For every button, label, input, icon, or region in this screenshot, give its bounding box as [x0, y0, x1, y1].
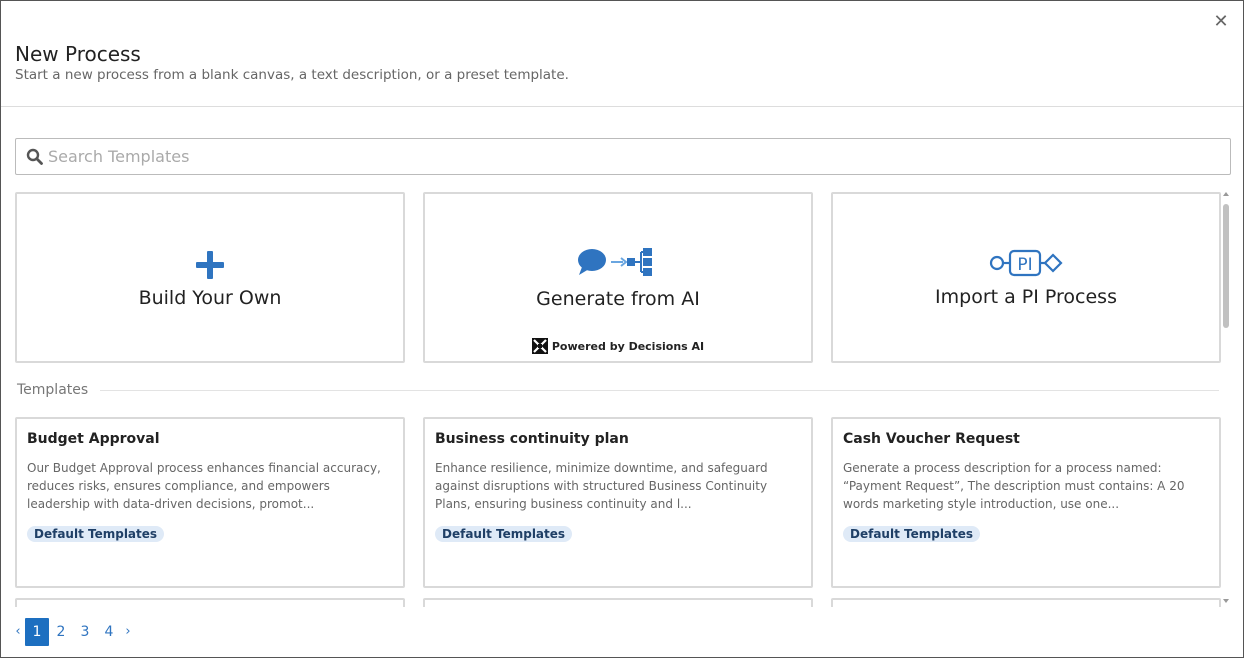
build-your-own-label: Build Your Own — [138, 287, 282, 309]
template-description: Enhance resilience, minimize downtime, a… — [435, 461, 768, 511]
vertical-scrollbar[interactable] — [1221, 192, 1231, 607]
template-card[interactable]: Cash Voucher Request Generate a process … — [831, 417, 1221, 588]
template-card-partial[interactable] — [423, 598, 813, 607]
powered-by: Powered by Decisions AI — [425, 338, 811, 354]
template-name: Cash Voucher Request — [843, 431, 1020, 447]
template-name: Budget Approval — [27, 431, 160, 447]
scroll-up-icon[interactable] — [1223, 192, 1229, 196]
chat-to-flow-icon — [578, 248, 652, 276]
next-page-button[interactable]: › — [121, 618, 135, 646]
generate-from-ai-card[interactable]: Generate from AI Powered by Decisions AI — [423, 192, 813, 363]
page-2-button[interactable]: 2 — [49, 618, 73, 646]
section-divider — [95, 390, 1219, 391]
page-4-button[interactable]: 4 — [97, 618, 121, 646]
pi-process-icon: PI — [989, 249, 1063, 277]
templates-section-label: Templates — [17, 382, 101, 398]
new-process-dialog: New Process Start a new process from a b… — [0, 0, 1244, 658]
page-3-button[interactable]: 3 — [73, 618, 97, 646]
pagination: ‹ 1 2 3 4 › — [11, 618, 135, 646]
template-card-partial[interactable] — [831, 598, 1221, 607]
close-icon[interactable]: ✕ — [1213, 13, 1229, 31]
search-box[interactable] — [15, 138, 1231, 175]
build-your-own-card[interactable]: Build Your Own — [15, 192, 405, 363]
import-pi-process-label: Import a PI Process — [935, 286, 1117, 308]
options-scroll-area: Build Your Own Generate from AI Powered … — [15, 192, 1221, 607]
template-description: Generate a process description for a pro… — [843, 461, 1185, 511]
decisions-logo-icon — [531, 338, 548, 354]
template-description: Our Budget Approval process enhances fin… — [27, 461, 381, 511]
scrollbar-thumb[interactable] — [1223, 204, 1229, 328]
import-pi-process-card[interactable]: PI Import a PI Process — [831, 192, 1221, 363]
template-badge: Default Templates — [27, 526, 165, 542]
prev-page-button[interactable]: ‹ — [11, 618, 25, 646]
template-badge: Default Templates — [843, 526, 981, 542]
search-icon — [26, 148, 43, 165]
generate-from-ai-label: Generate from AI — [536, 288, 700, 310]
dialog-subtitle: Start a new process from a blank canvas,… — [15, 67, 569, 83]
search-input[interactable] — [48, 139, 1218, 174]
template-card[interactable]: Business continuity plan Enhance resilie… — [423, 417, 813, 588]
scroll-down-icon[interactable] — [1223, 599, 1229, 603]
template-name: Business continuity plan — [435, 431, 629, 447]
powered-by-text: Powered by Decisions AI — [551, 339, 705, 353]
dialog-title: New Process — [15, 42, 141, 66]
template-card[interactable]: Budget Approval Our Budget Approval proc… — [15, 417, 405, 588]
dialog-header: New Process Start a new process from a b… — [1, 1, 1243, 107]
template-card-partial[interactable] — [15, 598, 405, 607]
plus-icon — [196, 251, 224, 279]
page-1-button[interactable]: 1 — [25, 618, 49, 646]
svg-text:PI: PI — [1017, 255, 1032, 275]
template-badge: Default Templates — [435, 526, 573, 542]
